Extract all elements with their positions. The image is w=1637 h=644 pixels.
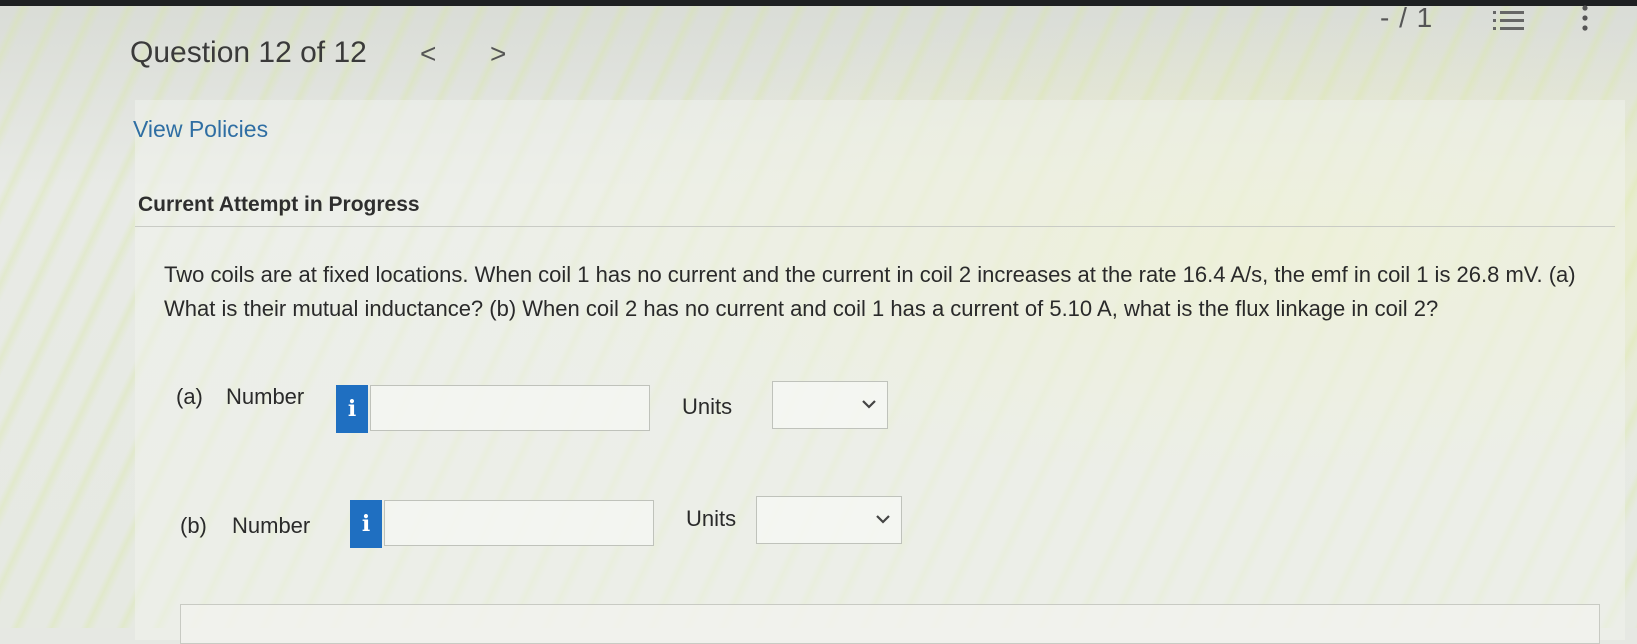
part-b-units-label: Units [686, 506, 737, 531]
score-display: - / 1 [1380, 2, 1434, 33]
part-b-number-label: Number [232, 513, 311, 538]
chevron-left-icon[interactable]: < [420, 38, 436, 70]
part-a-label: (a) [176, 384, 203, 409]
answer-area [180, 604, 1600, 644]
more-vertical-icon[interactable] [1581, 4, 1589, 32]
question-text: Two coils are at fixed locations. When c… [164, 262, 1576, 321]
part-b-units-select[interactable] [756, 496, 902, 544]
part-b-label: (b) [180, 513, 207, 538]
list-icon[interactable] [1493, 8, 1525, 34]
chevron-down-icon [862, 400, 876, 409]
chevron-right-icon[interactable]: > [490, 38, 506, 70]
view-policies-link[interactable]: View Policies [133, 116, 268, 143]
info-icon[interactable]: i [350, 500, 382, 548]
divider [135, 226, 1615, 227]
part-a-units-label: Units [682, 394, 733, 419]
part-a-number-label: Number [226, 384, 305, 409]
part-a-units-select[interactable] [772, 381, 888, 429]
part-b-number-input[interactable] [384, 500, 654, 546]
question-panel [135, 100, 1625, 640]
question-title: Question 12 of 12 [130, 36, 367, 69]
attempt-heading: Current Attempt in Progress [138, 193, 420, 216]
info-icon[interactable]: i [336, 385, 368, 433]
chevron-down-icon [876, 515, 890, 524]
part-a-number-input[interactable] [370, 385, 650, 431]
